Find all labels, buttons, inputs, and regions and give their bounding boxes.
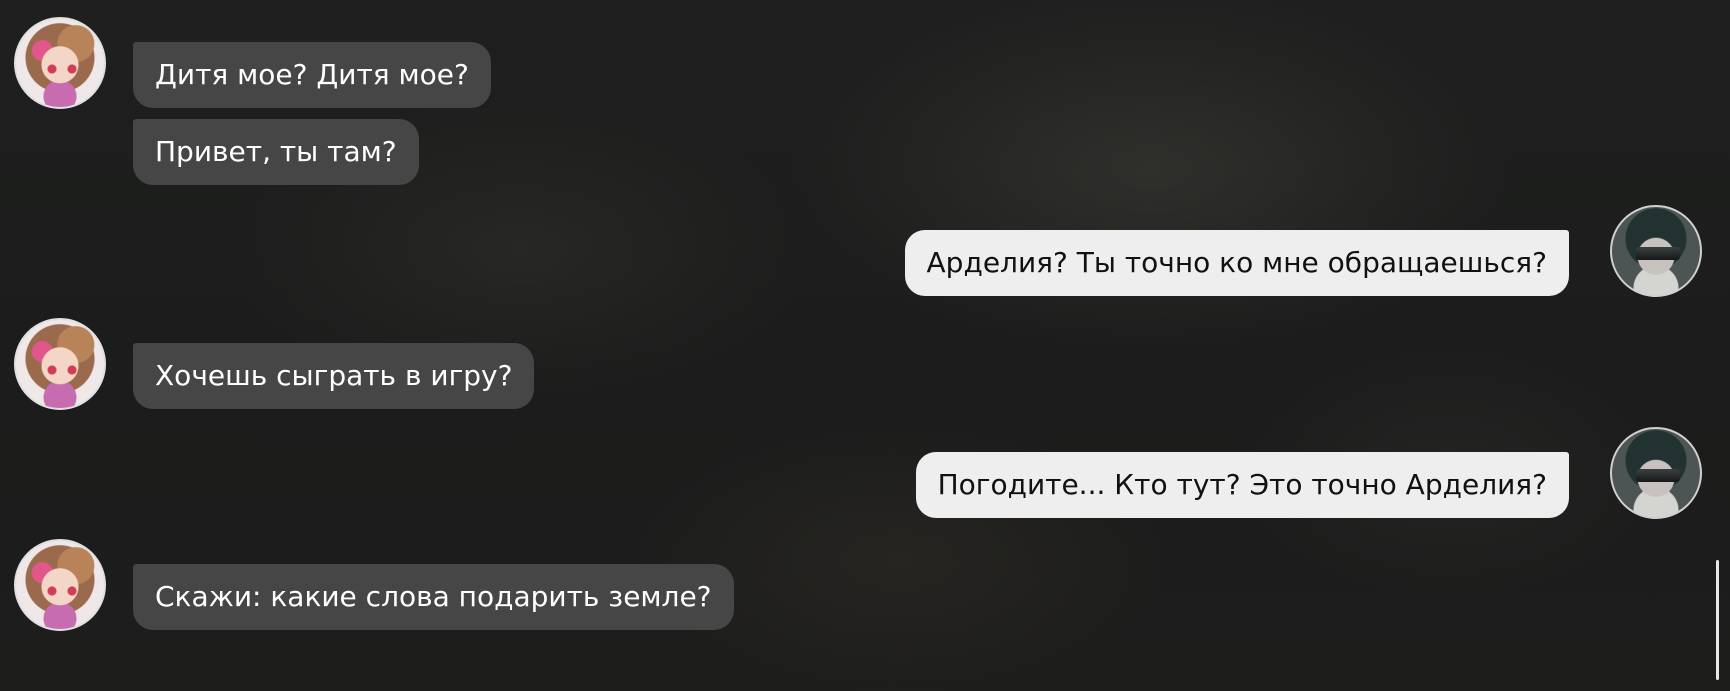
message-bubble: Привет, ты там? xyxy=(133,119,419,185)
masked-man-avatar-icon xyxy=(1610,427,1702,519)
message-bubble: Хочешь сыграть в игру? xyxy=(133,343,535,409)
girl-avatar-icon xyxy=(14,539,106,631)
masked-man-avatar-icon xyxy=(1610,205,1702,297)
girl-avatar-icon xyxy=(14,17,106,109)
girl-avatar-icon xyxy=(14,318,106,410)
message-bubble: Погодите... Кто тут? Это точно Арделия? xyxy=(915,452,1569,518)
chat-log[interactable]: Дитя мое? Дитя мое? Привет, ты там? Арде… xyxy=(0,0,1730,691)
scrollbar-thumb[interactable] xyxy=(1716,560,1719,680)
message-bubble: Скажи: какие слова подарить земле? xyxy=(133,564,734,630)
message-bubble: Дитя мое? Дитя мое? xyxy=(133,42,491,108)
message-bubble: Арделия? Ты точно ко мне обращаешься? xyxy=(904,230,1569,296)
